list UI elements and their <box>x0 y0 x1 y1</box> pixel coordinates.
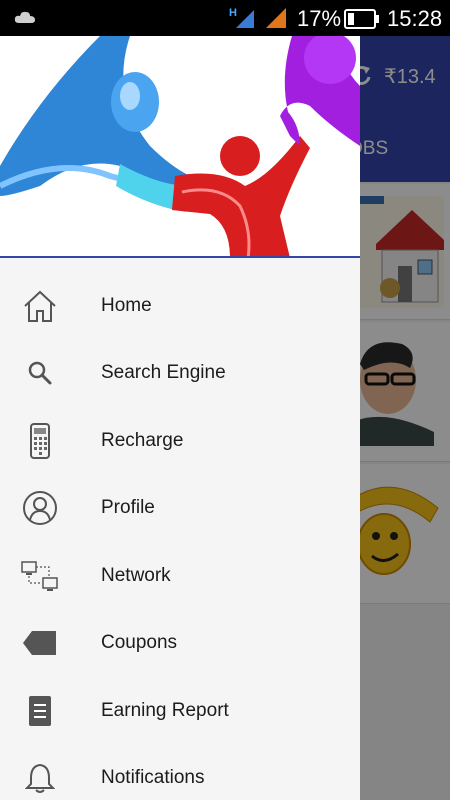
battery-percent: 17% <box>297 6 342 31</box>
menu-item-network[interactable]: Network <box>0 542 360 610</box>
svg-text:H: H <box>229 7 237 19</box>
signal-icon <box>266 8 286 28</box>
home-icon <box>20 286 60 326</box>
menu-item-label: Notifications <box>101 767 205 789</box>
menu-item-label: Earning Report <box>101 699 229 721</box>
cloud-icon <box>14 11 35 23</box>
menu-item-label: Recharge <box>101 429 184 451</box>
bell-icon <box>20 758 60 798</box>
tag-icon <box>20 623 60 663</box>
navigation-drawer: Home Search Engine Recharge Profile Netw… <box>0 36 360 800</box>
phone-icon <box>20 421 60 461</box>
signal-h-icon: H <box>229 7 254 28</box>
menu-item-notifications[interactable]: Notifications <box>0 745 360 800</box>
status-bar: H 17% 15:28 <box>0 0 450 36</box>
menu-item-label: Search Engine <box>101 362 226 384</box>
clock: 15:28 <box>387 6 443 31</box>
menu-item-label: Home <box>101 294 152 316</box>
menu-item-search-engine[interactable]: Search Engine <box>0 340 360 408</box>
menu-item-earning-report[interactable]: Earning Report <box>0 677 360 745</box>
menu-item-label: Coupons <box>101 632 178 654</box>
menu-item-label: Network <box>101 564 171 586</box>
people-network-banner <box>0 36 360 256</box>
menu-item-coupons[interactable]: Coupons <box>0 610 360 678</box>
menu-item-profile[interactable]: Profile <box>0 475 360 543</box>
drawer-header-banner <box>0 36 360 258</box>
menu-item-home[interactable]: Home <box>0 272 360 340</box>
profile-icon <box>20 488 60 528</box>
battery-icon <box>344 9 379 29</box>
network-icon <box>20 556 60 596</box>
report-icon <box>20 691 60 731</box>
search-icon <box>20 353 60 393</box>
drawer-menu: Home Search Engine Recharge Profile Netw… <box>0 272 360 800</box>
menu-item-label: Profile <box>101 497 155 519</box>
menu-item-recharge[interactable]: Recharge <box>0 407 360 475</box>
